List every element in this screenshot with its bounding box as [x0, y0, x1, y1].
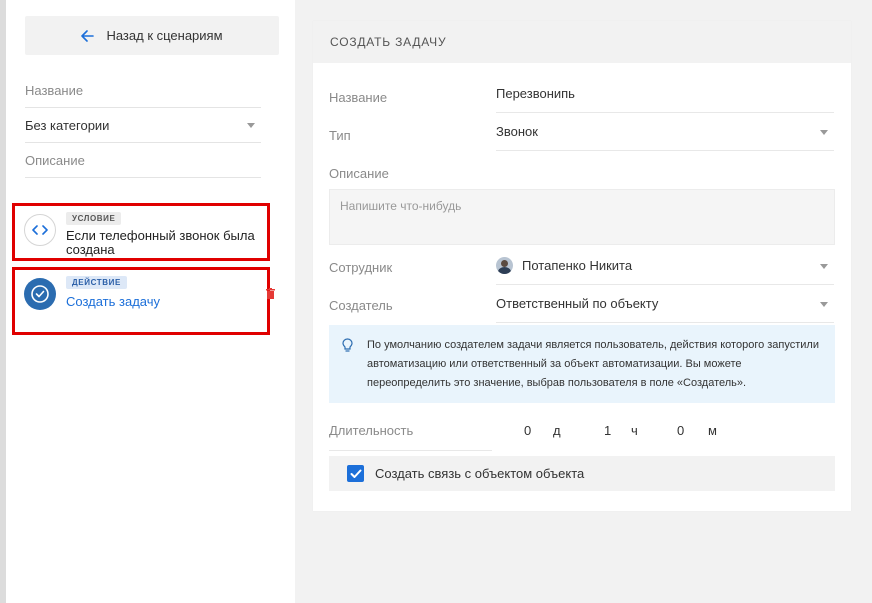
scenario-description-input[interactable]: Описание: [25, 143, 261, 178]
duration-label: Длительность: [329, 411, 492, 451]
avatar: [496, 257, 513, 274]
checkmark-icon: [350, 469, 361, 478]
duration-field: Длительность 0 д 1 ч 0 м: [329, 411, 835, 451]
category-select[interactable]: Без категории: [25, 108, 261, 143]
creator-info-note: По умолчанию создателем задачи является …: [329, 325, 835, 403]
trash-icon[interactable]: [266, 288, 275, 299]
back-to-scenarios-button[interactable]: Назад к сценариям: [25, 16, 279, 55]
task-name-input[interactable]: Перезвонипь: [496, 75, 834, 113]
chevron-down-icon: [820, 264, 828, 269]
task-type-value: Звонок: [496, 124, 538, 139]
lightbulb-icon: [342, 338, 353, 352]
duration-minutes-input[interactable]: 0: [677, 423, 684, 438]
code-icon: [24, 214, 56, 246]
action-badge: ДЕЙСТВИЕ: [66, 276, 127, 289]
employee-value: Потапенко Никита: [522, 258, 633, 273]
condition-card[interactable]: УСЛОВИЕ Если телефонный звонок была созд…: [12, 203, 270, 261]
task-form-panel: СОЗДАТЬ ЗАДАЧУ Название Перезвонипь Тип …: [313, 21, 851, 511]
name-label: Название: [329, 90, 388, 105]
back-button-label: Назад к сценариям: [106, 28, 223, 43]
scenario-sidebar: Назад к сценариям Название Без категории…: [6, 0, 295, 603]
scenario-name-input[interactable]: Название: [25, 73, 261, 108]
chevron-down-icon: [820, 302, 828, 307]
chevron-down-icon: [820, 130, 828, 135]
type-label: Тип: [329, 128, 351, 143]
chevron-down-icon: [247, 123, 255, 128]
employee-label: Сотрудник: [329, 260, 393, 275]
action-text: Создать задачу: [66, 294, 161, 309]
panel-header: СОЗДАТЬ ЗАДАЧУ: [313, 21, 851, 63]
task-name-value: Перезвонипь: [496, 86, 575, 101]
creator-value: Ответственный по объекту: [496, 296, 659, 311]
duration-minutes-unit: м: [708, 423, 717, 438]
task-type-select[interactable]: Звонок: [496, 113, 834, 151]
info-text: По умолчанию создателем задачи является …: [367, 339, 819, 389]
duration-days-unit: д: [553, 423, 561, 438]
condition-text: Если телефонный звонок была создана: [66, 228, 255, 257]
condition-badge: УСЛОВИЕ: [66, 212, 122, 225]
employee-select[interactable]: Потапенко Никита: [496, 247, 834, 285]
arrow-left-icon: [81, 29, 95, 42]
description-label: Описание: [329, 166, 389, 181]
creator-label: Создатель: [329, 298, 393, 313]
duration-hours-input[interactable]: 1: [604, 423, 611, 438]
duration-days-input[interactable]: 0: [524, 423, 531, 438]
task-description-textarea[interactable]: Напишите что-нибудь: [329, 189, 835, 245]
link-object-checkbox-row[interactable]: Создать связь с объектом объекта: [329, 456, 835, 491]
duration-hours-unit: ч: [631, 423, 638, 438]
name-placeholder: Название: [25, 82, 84, 98]
check-circle-icon: [24, 278, 56, 310]
creator-select[interactable]: Ответственный по объекту: [496, 285, 834, 323]
description-placeholder: Описание: [25, 152, 85, 168]
link-object-label: Создать связь с объектом объекта: [375, 466, 585, 481]
action-card[interactable]: ДЕЙСТВИЕ Создать задачу: [12, 267, 270, 335]
link-object-checkbox[interactable]: [347, 465, 364, 482]
category-value: Без категории: [25, 117, 110, 133]
